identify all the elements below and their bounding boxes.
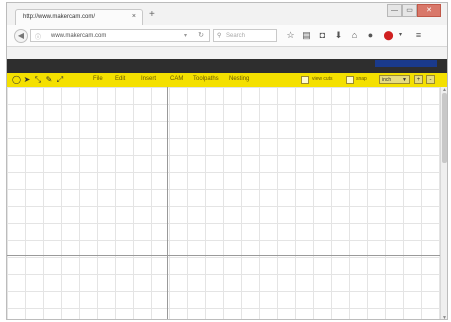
x-axis-line [7, 255, 440, 256]
menu-nesting[interactable]: Nesting [229, 76, 249, 82]
snap-label: snap [356, 76, 367, 82]
pointer-tool-icon[interactable]: ➤ [23, 75, 31, 84]
tool-palette: ◯ ➤ ⤡ ✎ ⤢ [12, 75, 64, 84]
zoom-out-button[interactable]: - [426, 75, 435, 84]
reading-list-icon[interactable]: ▤ [301, 30, 312, 41]
menu-icon[interactable]: ≡ [413, 30, 424, 41]
page-scrollbar[interactable]: ▲ ▼ [440, 87, 447, 319]
circle-tool-icon[interactable]: ◯ [12, 75, 21, 84]
node-tool-icon[interactable]: ⤡ [34, 75, 42, 84]
chat-icon[interactable]: ● [365, 30, 376, 41]
window-controls: — ▭ ✕ [387, 4, 441, 17]
menu-insert[interactable]: Insert [141, 76, 156, 82]
url-text: www.makercam.com [51, 33, 107, 39]
search-input[interactable]: ⚲ Search [213, 29, 277, 42]
maximize-button[interactable]: ▭ [402, 4, 417, 17]
star-icon[interactable]: ☆ [285, 30, 296, 41]
minimize-button[interactable]: — [387, 4, 402, 17]
scroll-down-icon[interactable]: ▼ [442, 315, 447, 319]
site-info-icon[interactable]: ⓘ [35, 32, 41, 41]
point-tool-icon[interactable]: ⤢ [56, 75, 64, 84]
reload-icon[interactable]: ↻ [198, 31, 204, 39]
tab-title: http://www.makercam.com/ [23, 14, 96, 20]
search-icon: ⚲ [217, 33, 222, 39]
adblock-icon[interactable]: ⬤ [383, 30, 394, 41]
new-tab-button[interactable]: + [149, 10, 155, 20]
adblock-dropdown-icon[interactable]: ▾ [395, 30, 406, 41]
header-links[interactable] [375, 60, 437, 67]
menu-toolpaths[interactable]: Toolpaths [193, 76, 219, 82]
menu-cam[interactable]: CAM [170, 76, 183, 82]
zoom-in-button[interactable]: + [414, 75, 423, 84]
pen-tool-icon[interactable]: ✎ [45, 75, 53, 84]
app-toolbar: ◯ ➤ ⤡ ✎ ⤢ File Edit Insert CAM Toolpaths… [7, 73, 447, 87]
url-bar[interactable]: ⓘ www.makercam.com ▾ ↻ [30, 29, 210, 42]
app-header [7, 59, 447, 73]
title-bar: http://www.makercam.com/ × + — ▭ ✕ [7, 3, 447, 25]
search-placeholder: Search [226, 33, 246, 39]
view-cuts-label: view cuts [312, 76, 333, 82]
chevron-down-icon: ▼ [402, 77, 407, 83]
view-cuts-checkbox[interactable] [301, 76, 309, 84]
scroll-thumb[interactable] [442, 93, 447, 163]
menu-file[interactable]: File [93, 76, 103, 82]
pocket-icon[interactable]: ◘ [317, 30, 328, 41]
units-value: inch [382, 77, 392, 83]
drawing-canvas[interactable] [7, 87, 440, 319]
y-axis-line [167, 87, 168, 319]
home-icon[interactable]: ⌂ [349, 30, 360, 41]
download-icon[interactable]: ⬇ [333, 30, 344, 41]
close-button[interactable]: ✕ [417, 4, 441, 17]
browser-window: http://www.makercam.com/ × + — ▭ ✕ ◀ ⓘ w… [6, 2, 448, 320]
menu-edit[interactable]: Edit [115, 76, 125, 82]
snap-checkbox[interactable] [346, 76, 354, 84]
tab-close-icon[interactable]: × [132, 13, 136, 20]
units-select[interactable]: inch ▼ [379, 75, 410, 84]
navigation-bar: ◀ ⓘ www.makercam.com ▾ ↻ ⚲ Search ☆ ▤ ◘ … [7, 25, 447, 47]
browser-tab[interactable]: http://www.makercam.com/ × [15, 9, 143, 25]
url-history-dropdown-icon[interactable]: ▾ [184, 32, 187, 39]
back-button[interactable]: ◀ [14, 29, 28, 43]
